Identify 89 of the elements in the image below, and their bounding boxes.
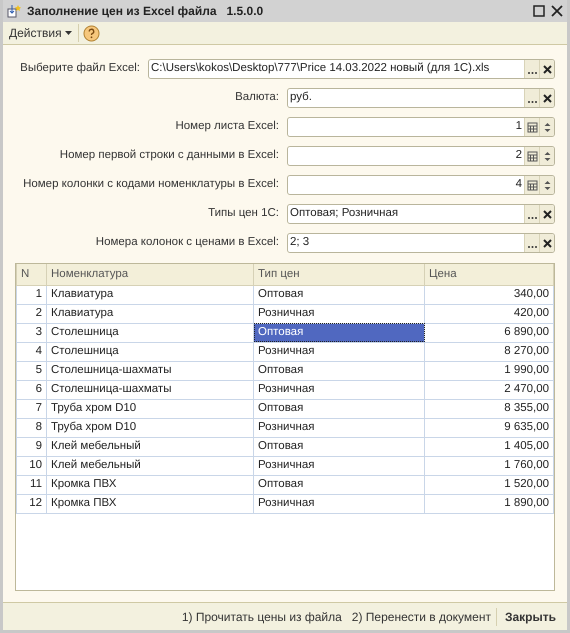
form-icon: [7, 4, 21, 18]
table-cell: 8 355,00: [424, 399, 554, 418]
caret-icon: [64, 31, 72, 36]
input-field[interactable]: руб.: [287, 88, 555, 108]
field-label: Номер колонки с кодами номенклатуры в Excel:: [22, 177, 280, 192]
field-label: Валюта:: [234, 90, 280, 106]
table-cell: Розничная: [254, 342, 424, 361]
input-field[interactable]: 2; 3: [287, 233, 555, 253]
table-cell: 340,00: [424, 285, 554, 304]
table-cell: 6 890,00: [424, 323, 554, 342]
table-cell: Клавиатура: [46, 304, 254, 323]
table-cell: 2: [16, 304, 46, 323]
table-cell: Труба хром D10: [46, 418, 254, 437]
calculator-icon[interactable]: [524, 176, 539, 194]
column-header[interactable]: Номенклатура: [46, 264, 254, 285]
action-button[interactable]: 2) Перенести в документ: [346, 608, 496, 626]
clear-icon[interactable]: [539, 234, 554, 252]
calculator-icon[interactable]: [524, 118, 539, 136]
table-cell: 1 520,00: [424, 475, 554, 494]
table-cell: 10: [16, 456, 46, 475]
table-cell: Столешница: [46, 342, 254, 361]
field-label: Выберите файл Excel:: [19, 61, 141, 76]
table-cell: 8 270,00: [424, 342, 554, 361]
table-cell: Оптовая: [254, 399, 424, 418]
table-cell: Клавиатура: [46, 285, 254, 304]
table-cell: Розничная: [254, 456, 424, 475]
input-field[interactable]: 4: [287, 175, 555, 195]
field-label: Типы цен 1С:: [207, 206, 280, 222]
table-cell: 1 990,00: [424, 361, 554, 380]
table-cell: 1 890,00: [424, 494, 554, 513]
table-cell: 3: [16, 323, 46, 342]
close-button[interactable]: Закрыть: [496, 608, 561, 626]
table-cell: 1 405,00: [424, 437, 554, 456]
clear-icon[interactable]: [539, 60, 554, 78]
field-label: Номер первой строки с данными в Excel:: [58, 148, 280, 164]
table-cell: 6: [16, 380, 46, 399]
column-header[interactable]: N: [16, 264, 46, 285]
ellipsis-icon[interactable]: [524, 60, 539, 78]
window-title: Заполнение цен из Excel файла 1.5.0.0: [27, 3, 264, 20]
table-cell: Оптовая: [254, 361, 424, 380]
table-cell: Розничная: [254, 380, 424, 399]
field-label: Номер листа Excel:: [174, 119, 280, 134]
table-cell: Столешница: [46, 323, 254, 342]
table-cell: 1 760,00: [424, 456, 554, 475]
column-header[interactable]: Тип цен: [254, 264, 424, 285]
table-cell: Розничная: [254, 494, 424, 513]
table-cell: 8: [16, 418, 46, 437]
field-label: Номера колонок с ценами в Excel:: [94, 235, 280, 250]
ellipsis-icon[interactable]: [524, 205, 539, 223]
table-cell: Клей мебельный: [46, 456, 254, 475]
table-cell: 12: [16, 494, 46, 513]
close-icon[interactable]: [551, 5, 563, 17]
table-cell: 1: [16, 285, 46, 304]
input-field[interactable]: C:\Users\kokos\Desktop\777\Price 14.03.2022 новый (для 1С).xls: [148, 59, 555, 79]
table-cell: Труба хром D10: [46, 399, 254, 418]
table-cell: 2 470,00: [424, 380, 554, 399]
table-cell: 7: [16, 399, 46, 418]
spinner-icon[interactable]: [539, 176, 554, 194]
table-cell: Клей мебельный: [46, 437, 254, 456]
actions-menu-button[interactable]: Действия: [7, 24, 79, 42]
spinner-icon[interactable]: [539, 118, 554, 136]
clear-icon[interactable]: [539, 89, 554, 107]
clear-icon[interactable]: [539, 205, 554, 223]
table-cell: 5: [16, 361, 46, 380]
action-button[interactable]: 1) Прочитать цены из файла: [176, 608, 347, 626]
table-cell: 420,00: [424, 304, 554, 323]
table-cell: Столешница-шахматы: [46, 380, 254, 399]
ellipsis-icon[interactable]: [524, 234, 539, 252]
spinner-icon[interactable]: [539, 147, 554, 165]
input-field[interactable]: Оптовая; Розничная: [287, 204, 555, 224]
input-field[interactable]: 1: [287, 117, 555, 137]
table-cell: 9 635,00: [424, 418, 554, 437]
help-icon[interactable]: [82, 24, 100, 42]
maximize-icon[interactable]: [533, 5, 545, 17]
ellipsis-icon[interactable]: [524, 89, 539, 107]
column-header[interactable]: Цена: [424, 264, 554, 285]
input-field[interactable]: 2: [287, 146, 555, 166]
table-cell: Оптовая: [254, 437, 424, 456]
table-cell: Оптовая: [254, 475, 424, 494]
table-cell: Кромка ПВХ: [46, 475, 254, 494]
table-cell: 9: [16, 437, 46, 456]
table-cell: Оптовая: [254, 285, 424, 304]
table-cell: 4: [16, 342, 46, 361]
calculator-icon[interactable]: [524, 147, 539, 165]
table-cell: 11: [16, 475, 46, 494]
table-cell: Оптовая: [254, 323, 424, 342]
table-cell: Розничная: [254, 418, 424, 437]
table-cell: Кромка ПВХ: [46, 494, 254, 513]
table-cell: Столешница-шахматы: [46, 361, 254, 380]
